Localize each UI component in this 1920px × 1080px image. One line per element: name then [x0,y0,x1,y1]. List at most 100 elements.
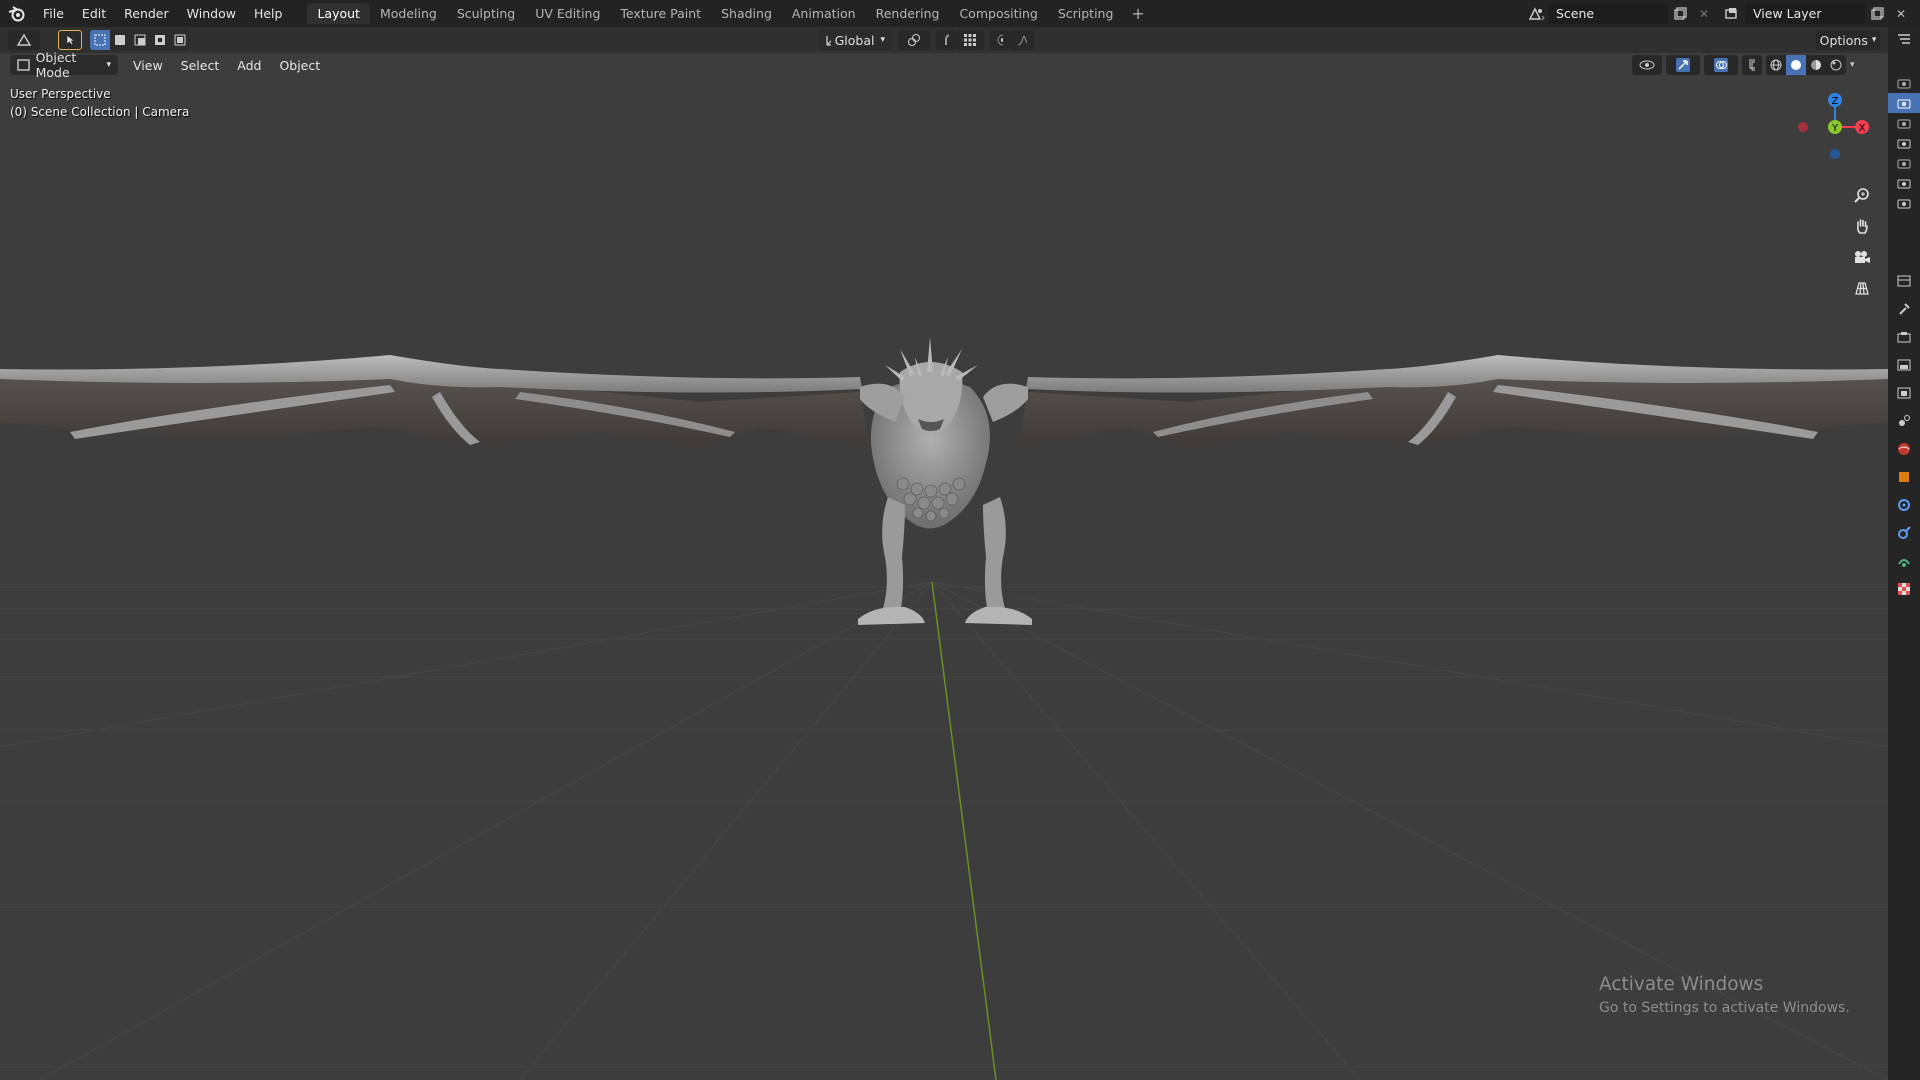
constraints-properties-icon[interactable] [1888,547,1920,575]
view-layer-properties-icon[interactable] [1888,379,1920,407]
dragon-model[interactable] [0,337,1888,625]
workspace-tabs: Layout Modeling Sculpting UV Editing Tex… [307,0,1152,27]
camera-icon[interactable] [1888,153,1920,173]
new-scene-icon[interactable] [1668,3,1692,24]
select-intersect-icon[interactable] [170,30,190,50]
activate-windows-title: Activate Windows [1599,974,1764,995]
new-view-layer-icon[interactable] [1865,3,1889,24]
select-cursor-icon[interactable] [58,30,82,50]
perspective-label: User Perspective [10,87,111,101]
tab-compositing[interactable]: Compositing [949,3,1047,24]
camera-icon[interactable] [1888,173,1920,193]
snap-target-icon[interactable] [956,30,984,50]
chevron-down-icon[interactable]: ▾ [1850,60,1855,70]
rendered-shading-icon[interactable] [1826,55,1846,75]
physics-properties-icon[interactable] [1888,519,1920,547]
grid-ortho-icon[interactable] [1847,273,1877,303]
falloff-icon[interactable] [1010,30,1034,50]
add-workspace-button[interactable]: + [1123,4,1152,23]
properties-editor-icon[interactable] [1888,267,1920,295]
scene-properties-icon[interactable] [1888,407,1920,435]
texture-properties-icon[interactable] [1888,575,1920,603]
camera-icon[interactable] [1888,133,1920,153]
tab-shading[interactable]: Shading [711,3,782,24]
gizmo-toggle-icon[interactable] [1666,55,1700,75]
outliner-icon[interactable] [1888,27,1920,51]
menu-view[interactable]: View [126,58,170,73]
tab-scripting[interactable]: Scripting [1048,3,1124,24]
camera-icon[interactable] [1888,73,1920,93]
menu-window[interactable]: Window [178,0,245,27]
select-subtract-icon[interactable] [130,30,150,50]
scene-icon[interactable] [1524,3,1548,24]
tool-settings-icon[interactable] [1888,295,1920,323]
chevron-down-icon: ▾ [880,35,885,45]
selection-mode-group [90,30,190,50]
solid-shading-icon[interactable] [1786,55,1806,75]
pivot-point-icon[interactable] [898,30,930,50]
3d-viewport[interactable]: Global ▾ Options ▾ Object Mode ▾ View Se… [0,27,1888,1080]
options-label: Options [1819,32,1868,48]
wireframe-shading-icon[interactable] [1766,55,1786,75]
xray-toggle-icon[interactable] [1742,55,1762,75]
menu-render[interactable]: Render [115,0,178,27]
material-shading-icon[interactable] [1806,55,1826,75]
viewport-header: Object Mode ▾ View Select Add Object ▾ [0,50,1888,80]
camera-icon[interactable] [1888,193,1920,213]
menu-object[interactable]: Object [272,58,327,73]
camera-icon[interactable] [1888,113,1920,133]
menu-select[interactable]: Select [174,58,227,73]
zoom-icon[interactable] [1847,180,1877,210]
tab-layout[interactable]: Layout [307,3,370,24]
tab-sculpting[interactable]: Sculpting [447,3,525,24]
tab-uv-editing[interactable]: UV Editing [525,3,610,24]
select-invert-icon[interactable] [150,30,170,50]
camera-active-icon[interactable] [1888,93,1920,113]
z-axis-label: Z [1832,96,1839,107]
menu-edit[interactable]: Edit [73,0,115,27]
close-scene-icon[interactable]: ✕ [1692,3,1716,24]
chevron-down-icon: ▾ [1871,35,1877,45]
navigation-gizmo[interactable]: Z X Y [1790,87,1880,177]
visibility-eye-icon[interactable] [1632,55,1662,75]
menu-add[interactable]: Add [230,58,268,73]
y-axis-label: Y [1831,123,1839,134]
object-mode-select[interactable]: Object Mode ▾ [10,50,118,80]
hand-pan-icon[interactable] [1847,211,1877,241]
tab-texture-paint[interactable]: Texture Paint [610,3,711,24]
transform-orientation-select[interactable]: Global ▾ [818,30,892,50]
activate-windows-subtitle: Go to Settings to activate Windows. [1599,1000,1850,1016]
tab-rendering[interactable]: Rendering [866,3,950,24]
snap-toggle-icon[interactable] [936,30,956,50]
proportional-edit-icon[interactable] [990,30,1010,50]
y-axis-line [931,581,997,1080]
transform-orientation-label: Global [834,32,875,48]
tab-animation[interactable]: Animation [782,3,866,24]
view-layer-icon[interactable] [1721,3,1745,24]
world-properties-icon[interactable] [1888,435,1920,463]
top-bar: File Edit Render Window Help Layout Mode… [0,0,1920,27]
select-new-icon[interactable] [90,30,110,50]
editor-type-icon[interactable] [8,30,40,50]
options-button[interactable]: Options ▾ [1816,30,1880,50]
modifier-properties-icon[interactable] [1888,491,1920,519]
output-properties-icon[interactable] [1888,351,1920,379]
viewport-display-controls: ▾ [1632,55,1855,75]
tool-header: Global ▾ Options ▾ [0,27,1888,53]
view-layer-name-field[interactable]: View Layer [1745,3,1865,24]
object-properties-icon[interactable] [1888,463,1920,491]
overlays-toggle-icon[interactable] [1704,55,1738,75]
view-layer-selector: View Layer ✕ [1721,3,1913,24]
scene-selector: Scene ✕ [1524,3,1716,24]
camera-view-icon[interactable] [1847,242,1877,272]
select-extend-icon[interactable] [110,30,130,50]
shading-mode-group [1766,55,1846,75]
tab-modeling[interactable]: Modeling [370,3,447,24]
close-view-layer-icon[interactable]: ✕ [1889,3,1913,24]
render-properties-icon[interactable] [1888,323,1920,351]
menu-help[interactable]: Help [245,0,292,27]
scene-name-field[interactable]: Scene [1548,3,1668,24]
blender-logo-icon[interactable] [0,0,34,27]
transform-controls: Global ▾ [818,30,1034,50]
menu-file[interactable]: File [34,0,73,27]
